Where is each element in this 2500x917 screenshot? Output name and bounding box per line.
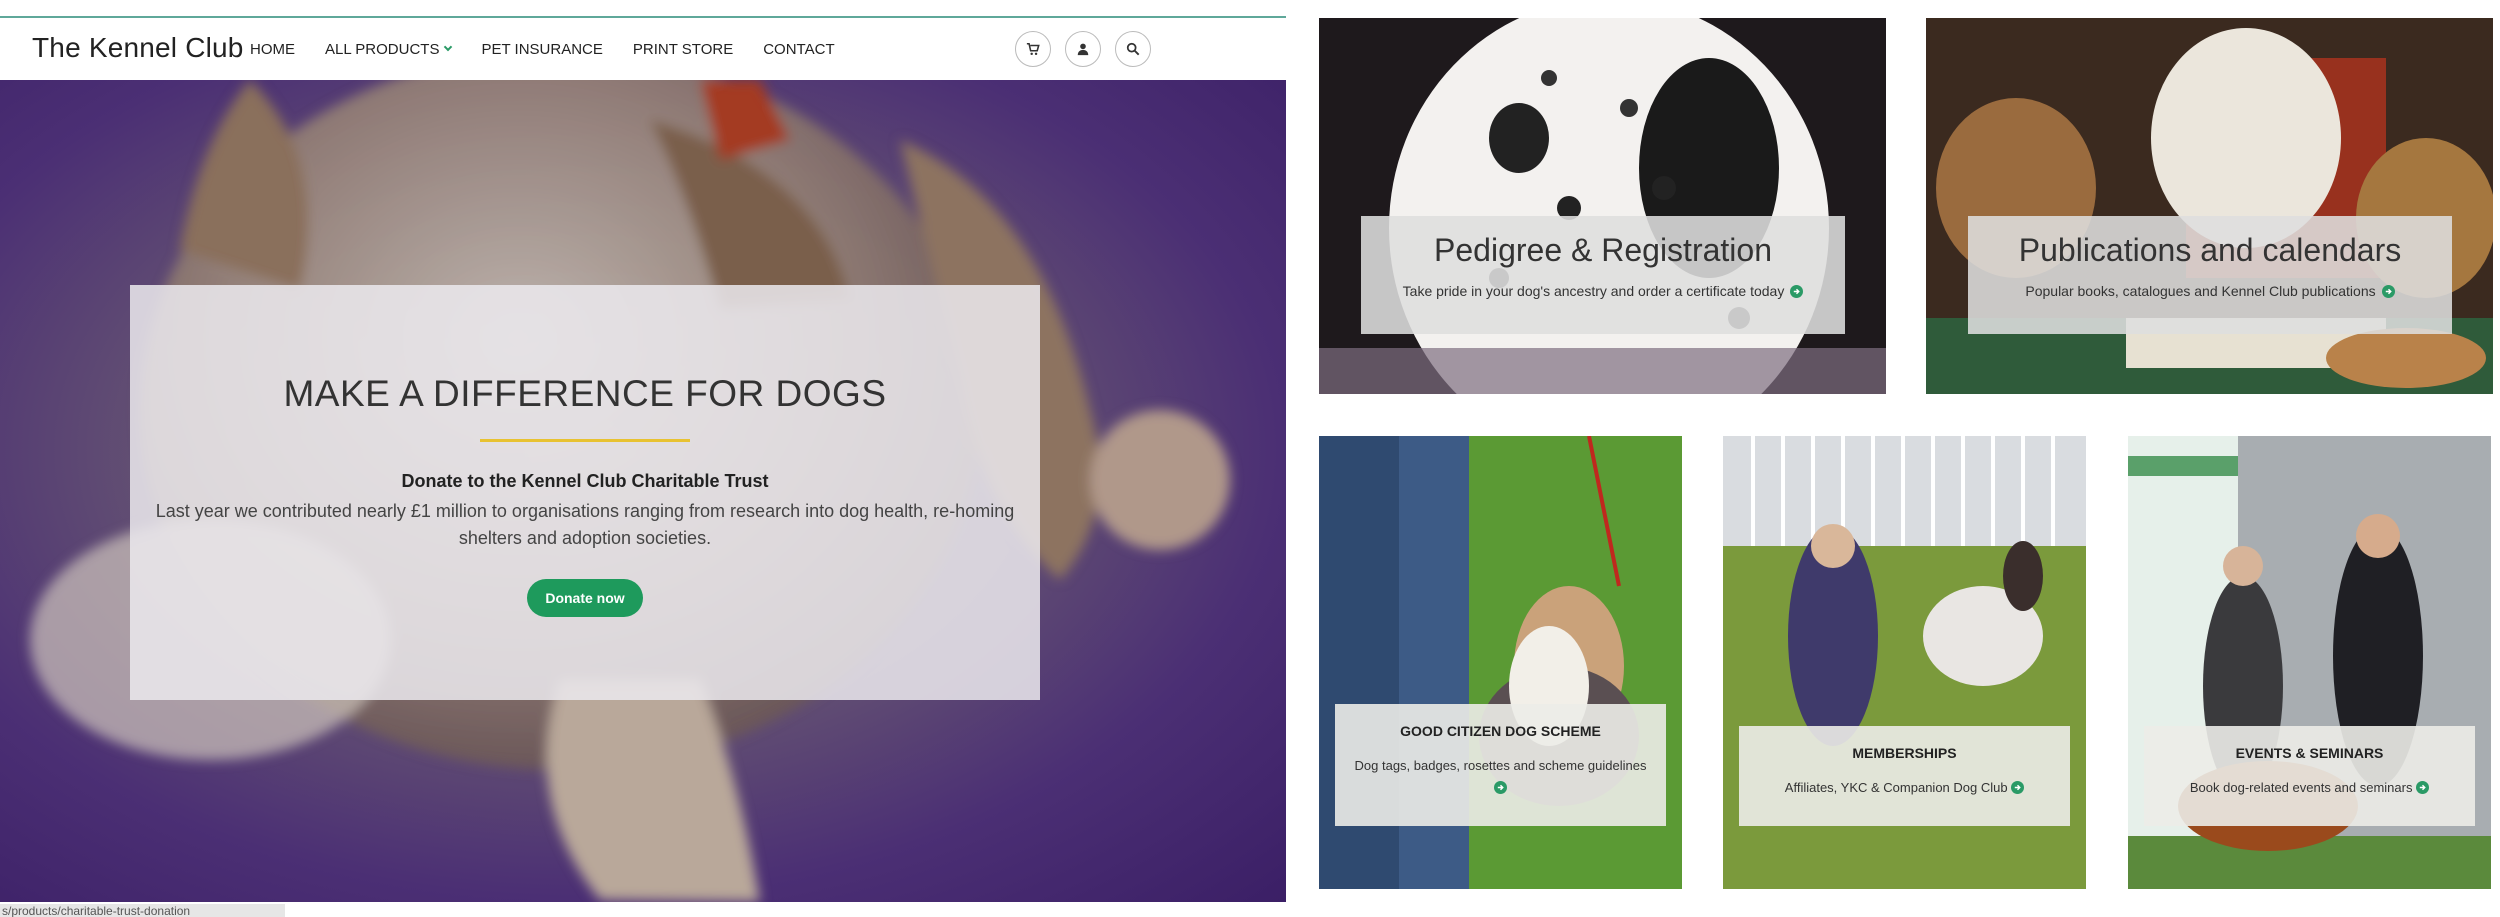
hero-title: MAKE A DIFFERENCE FOR DOGS	[283, 373, 887, 414]
good-citizen-desc: Dog tags, badges, rosettes and scheme gu…	[1335, 755, 1666, 799]
tile-publications-calendars[interactable]: Publications and calendars Popular books…	[1926, 18, 2493, 394]
events-desc-row: Book dog-related events and seminars	[2144, 777, 2475, 799]
hero-divider	[480, 439, 690, 442]
events-overlay: EVENTS & SEMINARS Book dog-related event…	[2144, 726, 2475, 826]
nav-home[interactable]: HOME	[250, 41, 295, 58]
cart-button[interactable]	[1015, 31, 1051, 67]
publications-desc-row: Popular books, catalogues and Kennel Clu…	[1968, 283, 2452, 299]
events-desc: Book dog-related events and seminars	[2189, 780, 2413, 795]
tile-events-seminars[interactable]: EVENTS & SEMINARS Book dog-related event…	[2128, 436, 2491, 889]
tile-pedigree-registration[interactable]: Pedigree & Registration Take pride in yo…	[1319, 18, 1886, 394]
cart-icon	[1026, 42, 1040, 56]
chevron-down-icon	[444, 42, 453, 52]
tile-memberships[interactable]: MEMBERSHIPS Affiliates, YKC & Companion …	[1723, 436, 2086, 889]
memberships-title: MEMBERSHIPS	[1852, 745, 1957, 761]
arrow-right-circle-icon[interactable]	[1790, 284, 1804, 298]
status-bar-url: s/products/charitable-trust-donation	[0, 904, 285, 917]
nav-contact-label: CONTACT	[763, 40, 835, 58]
account-button[interactable]	[1065, 31, 1101, 67]
search-button[interactable]	[1115, 31, 1151, 67]
arrow-right-circle-icon[interactable]	[1494, 781, 1507, 794]
hero-banner: MAKE A DIFFERENCE FOR DOGS Donate to the…	[0, 80, 1286, 902]
nav-all-products[interactable]: ALL PRODUCTS	[325, 40, 453, 58]
publications-title: Publications and calendars	[2018, 232, 2402, 268]
hero-subtitle: Donate to the Kennel Club Charitable Tru…	[401, 471, 769, 491]
donate-now-button[interactable]: Donate now	[527, 579, 643, 617]
pedigree-overlay: Pedigree & Registration Take pride in yo…	[1361, 216, 1845, 334]
nav-print-store-label: PRINT STORE	[632, 40, 734, 58]
header-icons	[1015, 31, 1151, 67]
arrow-right-circle-icon[interactable]	[2381, 284, 2395, 298]
main-nav: HOME ALL PRODUCTS PET INSURANCE PRINT ST…	[250, 18, 835, 80]
nav-print-store[interactable]: PRINT STORE	[633, 41, 733, 58]
memberships-overlay: MEMBERSHIPS Affiliates, YKC & Companion …	[1739, 726, 2070, 826]
pedigree-desc-row: Take pride in your dog's ancestry and or…	[1361, 283, 1845, 299]
nav-all-products-label: ALL PRODUCTS	[325, 40, 440, 58]
hero-description: Last year we contributed nearly £1 milli…	[155, 501, 1015, 548]
publications-desc: Popular books, catalogues and Kennel Clu…	[2025, 283, 2376, 299]
arrow-right-circle-icon[interactable]	[2416, 781, 2430, 794]
painting-dogs-image	[1926, 18, 2493, 394]
user-icon	[1077, 43, 1089, 56]
tile-good-citizen-dog-scheme[interactable]: GOOD CITIZEN DOG SCHEME Dog tags, badges…	[1319, 436, 1682, 889]
good-citizen-title: GOOD CITIZEN DOG SCHEME	[1400, 723, 1601, 739]
memberships-desc: Affiliates, YKC & Companion Dog Club	[1784, 780, 2008, 795]
good-citizen-desc-text: Dog tags, badges, rosettes and scheme gu…	[1354, 758, 1647, 773]
nav-pet-insurance-label: PET INSURANCE	[481, 40, 603, 58]
nav-contact[interactable]: CONTACT	[763, 41, 834, 58]
memberships-desc-row: Affiliates, YKC & Companion Dog Club	[1739, 777, 2070, 799]
search-icon	[1126, 42, 1140, 56]
nav-pet-insurance[interactable]: PET INSURANCE	[481, 41, 602, 58]
pedigree-title: Pedigree & Registration	[1434, 232, 1772, 268]
hero-panel: MAKE A DIFFERENCE FOR DOGS Donate to the…	[130, 285, 1040, 700]
dalmatian-image	[1319, 18, 1886, 394]
arrow-right-circle-icon[interactable]	[2011, 781, 2025, 794]
publications-overlay: Publications and calendars Popular books…	[1968, 216, 2452, 334]
site-header: The Kennel Club HOME ALL PRODUCTS PET IN…	[0, 18, 1286, 80]
pedigree-desc: Take pride in your dog's ancestry and or…	[1402, 283, 1785, 299]
nav-home-label: HOME	[250, 40, 295, 58]
events-title: EVENTS & SEMINARS	[2235, 745, 2384, 761]
site-logo[interactable]: The Kennel Club	[32, 32, 244, 64]
good-citizen-overlay: GOOD CITIZEN DOG SCHEME Dog tags, badges…	[1335, 704, 1666, 826]
